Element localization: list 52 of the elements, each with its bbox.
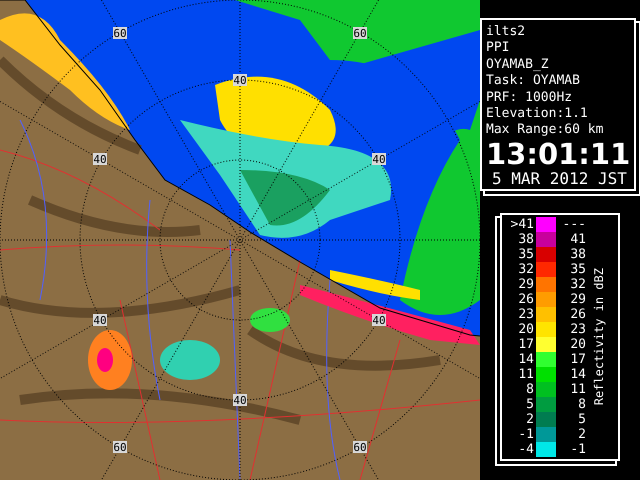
legend-low-value: 20 — [517, 322, 535, 337]
info-text: ilts2 — [486, 24, 526, 40]
legend-low-value: 5 — [525, 396, 535, 412]
legend-high-value: 26 — [569, 306, 586, 322]
legend-low-value: 14 — [517, 352, 535, 367]
legend-low-value: -4 — [517, 442, 535, 457]
range-label: 40 — [93, 153, 107, 166]
legend-high-value: 23 — [569, 322, 586, 337]
legend-high-value: --- — [562, 216, 586, 232]
legend-high-value: 5 — [577, 412, 586, 427]
legend-low-value: -1 — [517, 426, 535, 442]
legend-high-value: 35 — [569, 262, 586, 277]
info-text: Max Range:60 km — [486, 122, 604, 139]
legend-high-value: 20 — [569, 336, 586, 352]
time-text: 13:01:11 — [486, 138, 632, 169]
legend-high-value: 29 — [569, 292, 586, 307]
legend-low-value: 2 — [525, 412, 535, 427]
legend-title: Reflectivity in dBZ — [592, 268, 606, 406]
info-text: Task: OYAMAB — [486, 73, 581, 90]
legend-high-value: -1 — [569, 442, 586, 457]
range-label: 40 — [93, 314, 107, 327]
legend-high-value: 11 — [569, 382, 586, 397]
info-text: Elevation:1.1 — [486, 106, 589, 122]
legend-low-value: 35 — [517, 246, 535, 262]
range-label: 40 — [372, 314, 386, 327]
legend-high-value: 8 — [577, 396, 586, 412]
range-label: 40 — [372, 153, 386, 166]
info-text: PRF: 1000Hz — [486, 90, 574, 106]
legend-high-value: 17 — [569, 352, 586, 367]
legend-low-value: 26 — [517, 292, 535, 307]
range-label: 40 — [233, 74, 247, 87]
legend-high-value: 32 — [569, 276, 586, 292]
legend-low-value: >41 — [510, 216, 535, 232]
date-text: 5 MAR 2012 JST — [491, 168, 628, 189]
legend-high-value: 38 — [569, 246, 586, 262]
legend-low-value: 29 — [517, 276, 535, 292]
range-label: 40 — [233, 394, 247, 407]
legend-high-value: 2 — [577, 426, 586, 442]
range-label: 60 — [353, 27, 367, 40]
range-label: 60 — [113, 441, 127, 454]
info-text: PPI — [486, 40, 510, 57]
legend-low-value: 17 — [517, 336, 535, 352]
legend-low-value: 8 — [525, 382, 535, 397]
legend-high-value: 41 — [569, 232, 586, 247]
legend-high-value: 14 — [569, 366, 586, 382]
info-text: OYAMAB_Z — [486, 56, 550, 74]
legend-low-value: 11 — [517, 366, 535, 382]
legend-low-value: 38 — [517, 232, 535, 247]
range-label: 60 — [113, 27, 127, 40]
range-label: 60 — [353, 441, 367, 454]
legend-low-value: 23 — [517, 306, 535, 322]
legend-low-value: 32 — [517, 262, 535, 277]
